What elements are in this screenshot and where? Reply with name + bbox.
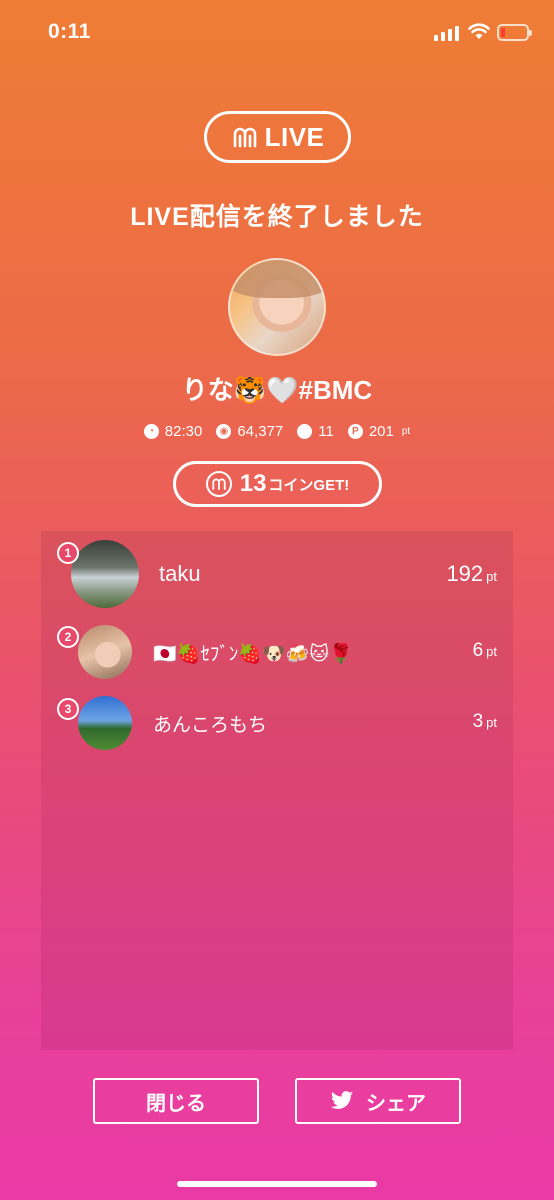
ranking-row-3[interactable]: 3 あんころもち 3 pt	[41, 696, 513, 766]
coin-icon	[205, 471, 232, 497]
stat-points: P 201 pt	[347, 423, 411, 440]
viewer-points-unit: pt	[486, 644, 497, 659]
close-button-label: 閉じる	[146, 1092, 206, 1115]
viewer-points-value: 3	[472, 711, 484, 732]
viewer-points-value: 192	[446, 561, 484, 586]
broadcaster-name: りな🐯🤍#BMC	[181, 375, 373, 405]
brand-logo: LIVE	[204, 111, 351, 163]
point-icon: P	[347, 424, 363, 439]
stat-points-unit: pt	[401, 426, 411, 437]
close-button[interactable]: 閉じる	[93, 1078, 259, 1124]
broadcaster-avatar	[228, 258, 326, 356]
viewer-avatar	[71, 540, 139, 608]
coin-count: 13	[239, 470, 267, 497]
stat-views: ◉ 64,377	[216, 423, 283, 440]
viewer-avatar	[78, 696, 132, 750]
stat-comments: 11	[297, 423, 334, 440]
viewer-name: taku	[159, 561, 201, 586]
comment-icon	[297, 424, 313, 439]
share-button-label: シェア	[366, 1092, 426, 1115]
wifi-icon	[468, 23, 490, 39]
eye-icon: ◉	[216, 424, 232, 439]
status-time: 0:11	[48, 20, 91, 43]
home-indicator	[177, 1181, 377, 1187]
viewer-points-unit: pt	[486, 569, 497, 584]
rank-badge: 2	[57, 626, 79, 648]
viewer-points: 192 pt	[446, 561, 497, 587]
twitter-icon	[331, 1091, 353, 1109]
stat-comments-value: 11	[318, 423, 334, 440]
page-title: LIVE配信を終了しました	[130, 203, 424, 231]
stats-row: ◔ 82:30 ◉ 64,377 11 P 201 pt	[0, 423, 554, 440]
coin-get-badge: 13 コインGET!	[173, 461, 382, 507]
viewer-points-unit: pt	[486, 715, 497, 730]
viewer-name: あんころもち	[153, 715, 268, 736]
rank-badge: 1	[57, 542, 79, 564]
m-logo-icon	[233, 127, 256, 148]
viewer-name: 🇯🇵🍓ｾﾌﾞﾝ🍓🐶🍻🐱🌹	[153, 644, 353, 665]
viewer-points: 6 pt	[473, 640, 497, 662]
stat-duration: ◔ 82:30	[143, 423, 203, 440]
ranking-row-2[interactable]: 2 🇯🇵🍓ｾﾌﾞﾝ🍓🐶🍻🐱🌹 6 pt	[41, 625, 513, 695]
viewer-points: 3 pt	[473, 711, 497, 733]
stat-duration-value: 82:30	[164, 423, 203, 440]
rank-badge: 3	[57, 698, 79, 720]
ranking-row-1[interactable]: 1 taku 192 pt	[41, 540, 513, 610]
viewer-avatar	[78, 625, 132, 679]
signal-icon	[434, 25, 459, 41]
brand-logo-text: LIVE	[264, 121, 325, 152]
coin-label: コインGET!	[268, 476, 350, 494]
stat-views-value: 64,377	[237, 423, 284, 440]
share-button[interactable]: シェア	[295, 1078, 461, 1124]
viewer-points-value: 6	[472, 640, 484, 661]
clock-icon: ◔	[143, 424, 159, 439]
stat-points-value: 201	[368, 423, 394, 440]
battery-icon	[497, 24, 532, 41]
